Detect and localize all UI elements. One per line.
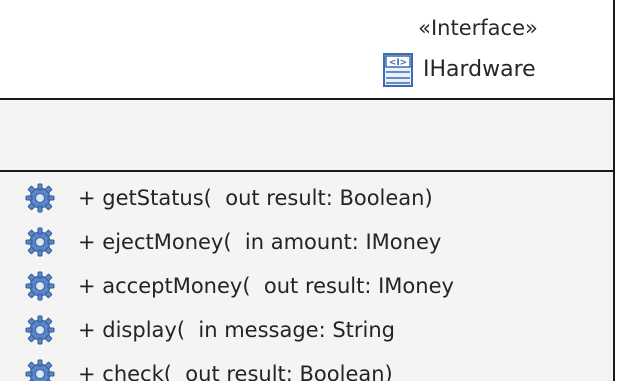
operation-row[interactable]: + getStatus( out result: Boolean) [0, 180, 613, 216]
operation-signature: + getStatus( out result: Boolean) [78, 186, 433, 210]
interface-name: IHardware [423, 57, 536, 82]
interface-name-row: <I> IHardware [383, 52, 536, 88]
operation-signature: + ejectMoney( in amount: IMoney [78, 230, 442, 254]
operations-compartment: + getStatus( out result: Boolean) + ejec… [0, 172, 613, 381]
operation-row[interactable]: + acceptMoney( out result: IMoney [0, 268, 613, 304]
interface-header: «Interface» <I> IHardware [0, 0, 613, 98]
operation-row[interactable]: + display( in message: String [0, 312, 613, 348]
operation-gear-icon [25, 183, 55, 213]
uml-interface-box[interactable]: «Interface» <I> IHardware + getStatus(o… [0, 0, 615, 381]
operation-gear-icon [25, 315, 55, 345]
operation-signature: + acceptMoney( out result: IMoney [78, 274, 454, 298]
operation-gear-icon [25, 227, 55, 257]
operation-gear-icon [25, 271, 55, 301]
attributes-compartment [0, 100, 613, 170]
operation-signature: + display( in message: String [78, 318, 395, 342]
diagram-canvas: «Interface» <I> IHardware + getStatus(o… [0, 0, 626, 381]
interface-icon: <I> [383, 53, 413, 87]
svg-text:<I>: <I> [389, 58, 407, 68]
operation-gear-icon [25, 359, 55, 381]
operation-signature: + check( out result: Boolean) [78, 362, 393, 381]
stereotype-label: «Interface» [418, 16, 538, 40]
operation-row[interactable]: + ejectMoney( in amount: IMoney [0, 224, 613, 260]
operation-row[interactable]: + check( out result: Boolean) [0, 356, 613, 381]
